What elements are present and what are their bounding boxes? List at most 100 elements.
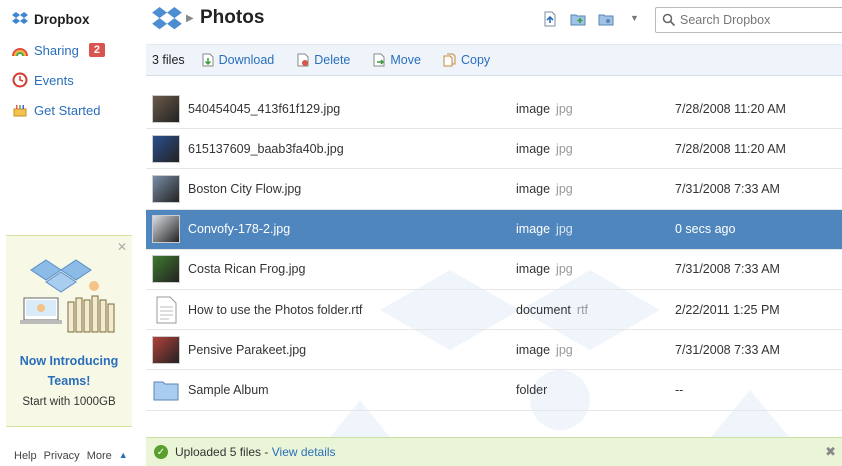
file-kind: image bbox=[516, 342, 551, 357]
delete-icon bbox=[297, 53, 309, 67]
download-button[interactable]: Download bbox=[201, 53, 275, 67]
dropbox-app: Dropbox Sharing 2 Events Get Started ✕ N… bbox=[0, 0, 842, 466]
notification-message: Uploaded 5 files - View details bbox=[175, 445, 336, 459]
sidebar-item-label: Events bbox=[34, 72, 74, 88]
page-header: ▶ Photos ▼ bbox=[146, 0, 842, 40]
file-modified: 7/31/2008 7:33 AM bbox=[675, 342, 780, 357]
move-button[interactable]: Move bbox=[372, 53, 421, 67]
file-row[interactable]: Pensive Parakeet.jpg image jpg 7/31/2008 … bbox=[146, 330, 842, 371]
view-details-link[interactable]: View details bbox=[272, 445, 336, 459]
file-kind: image bbox=[516, 181, 551, 196]
search-icon bbox=[662, 13, 676, 27]
image-thumbnail bbox=[152, 94, 180, 123]
file-type: document rtf bbox=[516, 303, 588, 317]
sidebar-item-sharing[interactable]: Sharing 2 bbox=[12, 42, 105, 58]
file-extension: jpg bbox=[556, 222, 573, 237]
file-type: image jpg bbox=[516, 262, 573, 276]
file-kind: document bbox=[516, 302, 571, 317]
upload-notification: ✓ Uploaded 5 files - View details ✖ bbox=[146, 437, 842, 466]
copy-button[interactable]: Copy bbox=[443, 53, 490, 67]
file-type: image jpg bbox=[516, 102, 573, 116]
file-row[interactable]: 615137609_baab3fa40b.jpg image jpg 7/28/2… bbox=[146, 129, 842, 170]
dropbox-breadcrumb-icon[interactable] bbox=[152, 7, 182, 33]
file-modified: 7/28/2008 11:20 AM bbox=[675, 141, 786, 156]
file-type: folder bbox=[516, 383, 553, 397]
move-icon bbox=[373, 53, 385, 67]
sidebar-item-label: Sharing bbox=[34, 42, 79, 58]
image-thumbnail bbox=[152, 134, 180, 163]
file-toolbar: 3 files Download Delete Move Copy bbox=[146, 44, 842, 76]
image-thumbnail bbox=[152, 215, 180, 244]
sidebar-item-get-started[interactable]: Get Started bbox=[12, 102, 100, 118]
cake-icon bbox=[13, 105, 27, 117]
image-thumbnail bbox=[152, 174, 180, 203]
copy-icon bbox=[443, 53, 456, 67]
file-name[interactable]: Costa Rican Frog.jpg bbox=[188, 262, 305, 276]
checkmark-icon: ✓ bbox=[154, 445, 168, 459]
search-input[interactable] bbox=[680, 13, 830, 27]
file-name[interactable]: Sample Album bbox=[188, 383, 269, 397]
file-row[interactable]: Sample Album folder -- bbox=[146, 370, 842, 411]
new-folder-icon[interactable] bbox=[570, 11, 586, 27]
document-icon bbox=[156, 296, 177, 324]
privacy-link[interactable]: Privacy bbox=[44, 450, 80, 462]
file-kind: folder bbox=[516, 382, 548, 397]
file-kind: image bbox=[516, 222, 551, 237]
folder-icon bbox=[153, 381, 179, 401]
image-thumbnail bbox=[152, 255, 180, 284]
file-name[interactable]: 615137609_baab3fa40b.jpg bbox=[188, 142, 344, 156]
file-kind: image bbox=[516, 262, 551, 277]
file-modified: 7/31/2008 7:33 AM bbox=[675, 181, 780, 196]
notification-close-icon[interactable]: ✖ bbox=[825, 444, 836, 460]
page-title: Photos bbox=[200, 7, 265, 28]
file-type: image jpg bbox=[516, 142, 573, 156]
file-row[interactable]: How to use the Photos folder.rtf documen… bbox=[146, 290, 842, 331]
image-thumbnail bbox=[152, 335, 180, 364]
file-name[interactable]: Boston City Flow.jpg bbox=[188, 182, 301, 196]
file-row[interactable]: Costa Rican Frog.jpg image jpg 7/31/2008 … bbox=[146, 250, 842, 290]
sidebar-item-events[interactable]: Events bbox=[12, 72, 74, 88]
notification-text: Uploaded 5 files - bbox=[175, 445, 272, 459]
dropbox-logo-icon bbox=[12, 12, 28, 24]
search-box[interactable] bbox=[655, 7, 842, 33]
promo-subtitle: Start with 1000GB bbox=[22, 396, 116, 408]
file-type: image jpg bbox=[516, 343, 573, 357]
file-modified: 7/28/2008 11:20 AM bbox=[675, 101, 786, 116]
promo-title-line2: Teams! bbox=[47, 374, 91, 388]
upload-icon[interactable] bbox=[542, 11, 558, 27]
file-name[interactable]: How to use the Photos folder.rtf bbox=[188, 303, 362, 317]
file-name[interactable]: Convofy-178-2.jpg bbox=[188, 222, 290, 236]
caret-up-icon[interactable]: ▲ bbox=[119, 450, 128, 462]
copy-label: Copy bbox=[460, 53, 491, 67]
sidebar-footer: Help Privacy More ▲ bbox=[14, 450, 128, 462]
rainbow-icon bbox=[12, 48, 28, 57]
share-folder-icon[interactable] bbox=[598, 11, 614, 27]
download-icon bbox=[202, 53, 214, 67]
file-kind: image bbox=[516, 101, 551, 116]
file-row[interactable]: Boston City Flow.jpg image jpg 7/31/2008 … bbox=[146, 169, 842, 210]
file-extension: jpg bbox=[556, 141, 573, 156]
promo-title[interactable]: Now Introducing Teams! bbox=[6, 351, 132, 391]
file-row[interactable]: 540454045_413f61f129.jpg image jpg 7/28/2… bbox=[146, 89, 842, 130]
teams-illustration-icon bbox=[20, 259, 115, 333]
file-type: image jpg bbox=[516, 222, 573, 236]
help-link[interactable]: Help bbox=[14, 450, 37, 462]
file-list: 540454045_413f61f129.jpg image jpg 7/28/2… bbox=[146, 89, 842, 411]
breadcrumb-arrow-icon: ▶ bbox=[186, 13, 194, 24]
more-actions-chevron-icon[interactable]: ▼ bbox=[630, 13, 639, 23]
file-name[interactable]: 540454045_413f61f129.jpg bbox=[188, 102, 340, 116]
file-extension: jpg bbox=[556, 262, 573, 277]
more-link[interactable]: More bbox=[87, 450, 112, 462]
sidebar: Dropbox Sharing 2 Events Get Started ✕ N… bbox=[0, 0, 140, 466]
dropbox-home-link[interactable]: Dropbox bbox=[12, 11, 90, 27]
selection-count: 3 files bbox=[152, 53, 185, 67]
file-modified: 2/22/2011 1:25 PM bbox=[675, 302, 780, 317]
brand-label: Dropbox bbox=[34, 11, 90, 27]
download-label: Download bbox=[218, 53, 275, 67]
file-row[interactable]: Convofy-178-2.jpg image jpg 0 secs ago bbox=[146, 209, 842, 250]
clock-icon bbox=[12, 72, 28, 88]
delete-button[interactable]: Delete bbox=[296, 53, 350, 67]
move-label: Move bbox=[390, 53, 421, 67]
file-extension: jpg bbox=[556, 101, 573, 116]
file-name[interactable]: Pensive Parakeet.jpg bbox=[188, 343, 306, 357]
